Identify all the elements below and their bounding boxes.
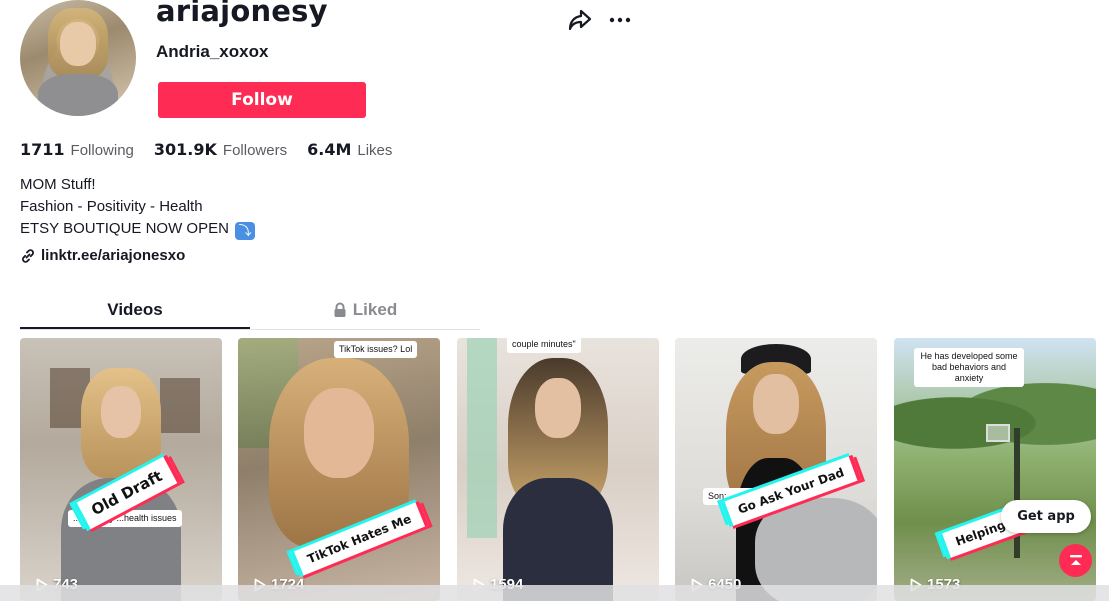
avatar xyxy=(20,0,136,116)
video-caption: He has developed some bad behaviors and … xyxy=(914,348,1024,387)
following-stat[interactable]: 1711 Following xyxy=(20,140,134,160)
profile-tabs: Videos Liked xyxy=(20,296,480,330)
following-label: Following xyxy=(70,142,134,159)
video-card[interactable]: TikTok issues? Lol TikTok Hates Me 1724 xyxy=(238,338,440,601)
video-caption: TikTok issues? Lol xyxy=(334,341,418,358)
following-count: 1711 xyxy=(20,140,65,159)
video-card[interactable]: couple minutes" 1594 xyxy=(457,338,659,601)
followers-stat[interactable]: 301.9K Followers xyxy=(154,140,287,160)
likes-count: 6.4M xyxy=(307,140,352,159)
likes-stat: 6.4M Likes xyxy=(307,140,392,160)
profile-stats: 1711 Following 301.9K Followers 6.4M Likes xyxy=(20,140,412,160)
followers-label: Followers xyxy=(222,142,288,159)
video-card[interactable]: Son: ...dad Go Ask Your Dad 6450 xyxy=(675,338,877,601)
profile-link[interactable]: linktr.ee/ariajonesxo xyxy=(20,247,185,264)
share-icon[interactable] xyxy=(567,8,593,32)
arrow-down-emoji-icon: ⤵ xyxy=(235,222,256,240)
nickname: Andria_xoxox xyxy=(156,42,269,61)
more-icon[interactable] xyxy=(607,10,633,30)
video-grid: ...all of my ...health issues Old Draft … xyxy=(20,338,1109,601)
bottom-bar xyxy=(0,585,1109,601)
bio-line: Fashion - Positivity - Health xyxy=(20,198,203,215)
tab-liked[interactable]: Liked xyxy=(250,296,480,329)
bio-line: ETSY BOUTIQUE NOW OPEN ⤵ xyxy=(20,218,256,240)
video-caption: couple minutes" xyxy=(507,338,581,353)
username: ariajonesy xyxy=(156,0,328,28)
scroll-top-icon xyxy=(1069,554,1082,565)
scroll-top-button[interactable] xyxy=(1059,544,1092,577)
bio: MOM Stuff! Fashion - Positivity - Health… xyxy=(20,174,256,240)
link-icon xyxy=(22,248,34,263)
followers-count: 301.9K xyxy=(153,140,217,159)
lock-icon xyxy=(334,302,346,317)
likes-label: Likes xyxy=(357,142,393,159)
follow-button[interactable]: Follow xyxy=(158,82,366,118)
get-app-button[interactable]: Get app xyxy=(1001,500,1091,533)
video-card[interactable]: ...all of my ...health issues Old Draft … xyxy=(20,338,222,601)
bio-line: MOM Stuff! xyxy=(20,176,96,193)
profile-link-text: linktr.ee/ariajonesxo xyxy=(41,247,186,264)
tab-videos[interactable]: Videos xyxy=(20,296,250,329)
